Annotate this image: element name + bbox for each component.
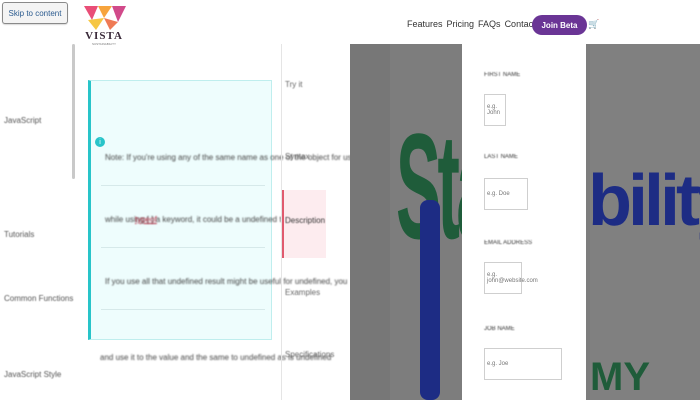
logo-graphic <box>84 6 126 30</box>
first-name-input[interactable]: e.g. John <box>484 94 506 126</box>
logo-text: VISTA <box>85 30 123 42</box>
toc-item-examples[interactable]: Examples <box>285 288 320 297</box>
skip-to-content-link[interactable]: Skip to content <box>2 2 68 24</box>
nav-features[interactable]: Features <box>407 19 443 29</box>
on-this-page-nav: Try it Syntax Description Examples Speci… <box>281 44 334 400</box>
toc-item-specifications[interactable]: Specifications <box>285 350 334 359</box>
toc-item-description[interactable]: Description <box>285 216 325 225</box>
note-line-1: Note: If you're using any of the same na… <box>105 153 374 162</box>
banner-word-right: bility <box>588 161 700 241</box>
sidebar-item-javascript[interactable]: JavaScript <box>4 116 41 125</box>
note-separator <box>101 247 265 248</box>
sidebar-item-javascript-style[interactable]: JavaScript Style <box>4 370 61 379</box>
sidebar-item-common-functions[interactable]: Common Functions <box>4 294 73 303</box>
nav-pricing[interactable]: Pricing <box>447 19 475 29</box>
last-name-label: Last Name <box>484 154 518 160</box>
toc-item-syntax[interactable]: Syntax <box>285 152 309 161</box>
nav-contact[interactable]: Contact <box>505 19 536 29</box>
vista-logo[interactable]: VISTA SUSTAINABILITY <box>82 6 126 46</box>
cart-icon[interactable]: 🛒 <box>588 19 599 30</box>
note-separator <box>101 309 265 310</box>
logo-subtext: SUSTAINABILITY <box>92 42 116 46</box>
email-input[interactable]: e.g. john@website.com <box>484 262 538 294</box>
join-beta-button[interactable]: Join Beta <box>532 15 587 35</box>
image-strip-left <box>350 44 390 400</box>
nav-faqs[interactable]: FAQs <box>478 19 501 29</box>
signup-form: First Name e.g. John Last Name e.g. Doe … <box>462 44 586 400</box>
email-label: Email Address <box>484 240 533 246</box>
job-name-label: Job Name <box>484 326 515 332</box>
sidebar-scrollbar[interactable] <box>72 44 75 179</box>
banner-word-bottom: MY <box>590 355 650 399</box>
typeof-link[interactable]: typeof <box>135 215 157 224</box>
tree-trunk-graphic <box>420 200 440 400</box>
last-name-input[interactable]: e.g. Doe <box>484 178 528 210</box>
main-nav: Features Pricing FAQs Contact <box>407 19 536 29</box>
sidebar-item-tutorials[interactable]: Tutorials <box>4 230 34 239</box>
sidebar: JavaScript Tutorials Common Functions Ja… <box>0 44 73 400</box>
info-icon: i <box>95 137 105 147</box>
note-separator <box>101 185 265 186</box>
toc-item-try-it[interactable]: Try it <box>285 80 302 89</box>
note-callout: i Note: If you're using any of the same … <box>88 80 374 340</box>
job-name-input[interactable]: e.g. Joe <box>484 348 562 380</box>
first-name-label: First Name <box>484 72 521 78</box>
